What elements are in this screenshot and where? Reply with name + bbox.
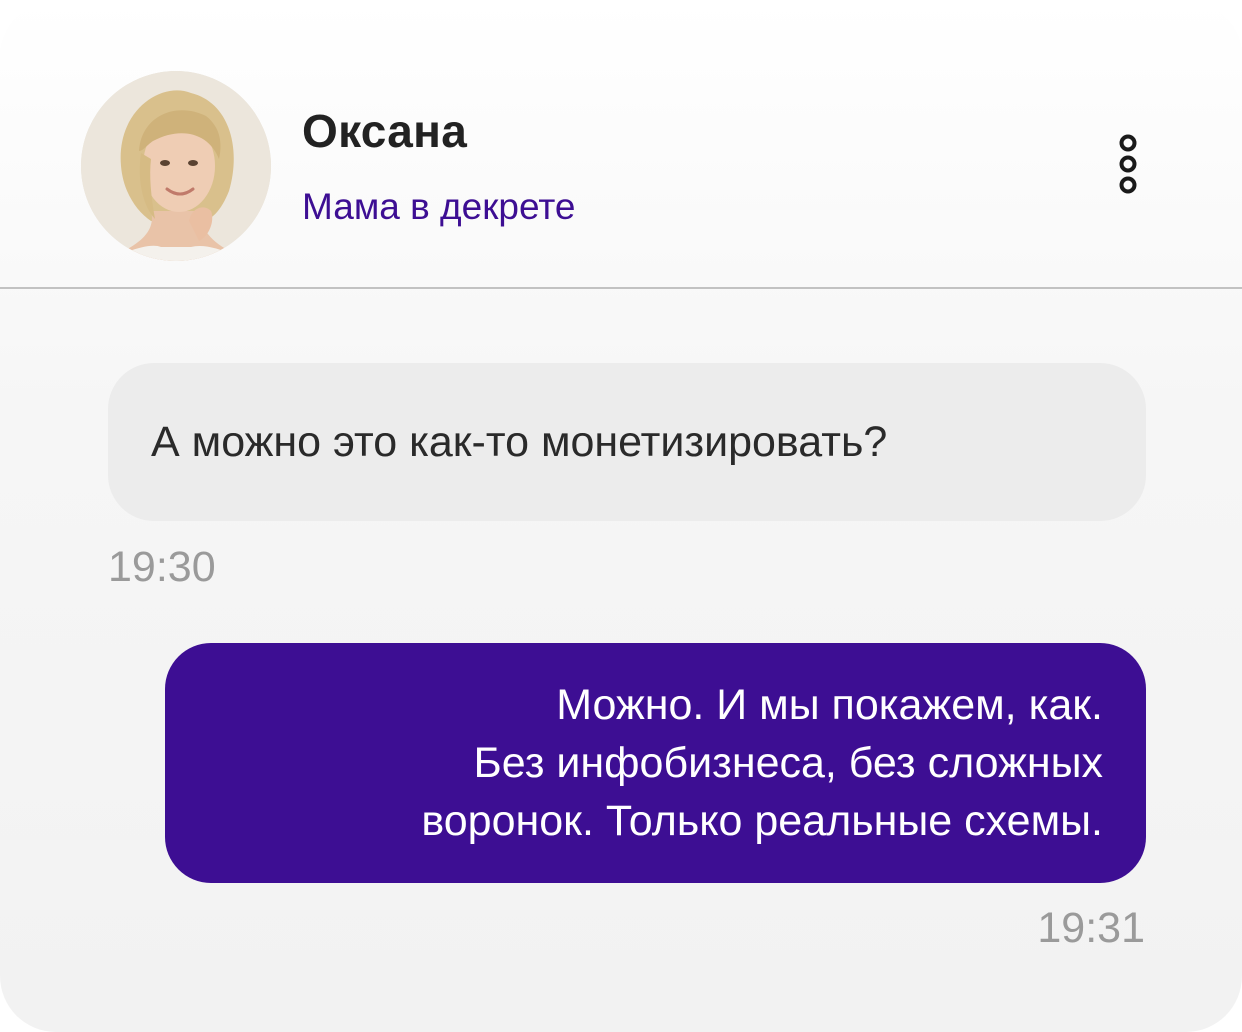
- header-divider: [0, 287, 1242, 289]
- more-options-button[interactable]: [1108, 128, 1148, 200]
- incoming-message-time: 19:30: [108, 543, 216, 591]
- outgoing-message-text: Можно. И мы покажем, как. Без инфобизнес…: [421, 681, 1103, 845]
- contact-photo-icon: [81, 71, 271, 261]
- more-vertical-icon: [1119, 134, 1137, 194]
- contact-name: Оксана: [302, 105, 468, 157]
- avatar[interactable]: [81, 71, 271, 261]
- contact-status: Мама в декрете: [302, 186, 576, 227]
- outgoing-message-bubble[interactable]: Можно. И мы покажем, как. Без инфобизнес…: [165, 643, 1146, 883]
- incoming-message-bubble[interactable]: А можно это как-то монетизировать?: [108, 363, 1146, 521]
- incoming-message-text: А можно это как-то монетизировать?: [151, 418, 888, 466]
- chat-header: Оксана Мама в декрете: [0, 0, 1242, 288]
- chat-card: Оксана Мама в декрете А можно это как-то…: [0, 0, 1242, 1032]
- outgoing-message-time: 19:31: [1037, 904, 1145, 952]
